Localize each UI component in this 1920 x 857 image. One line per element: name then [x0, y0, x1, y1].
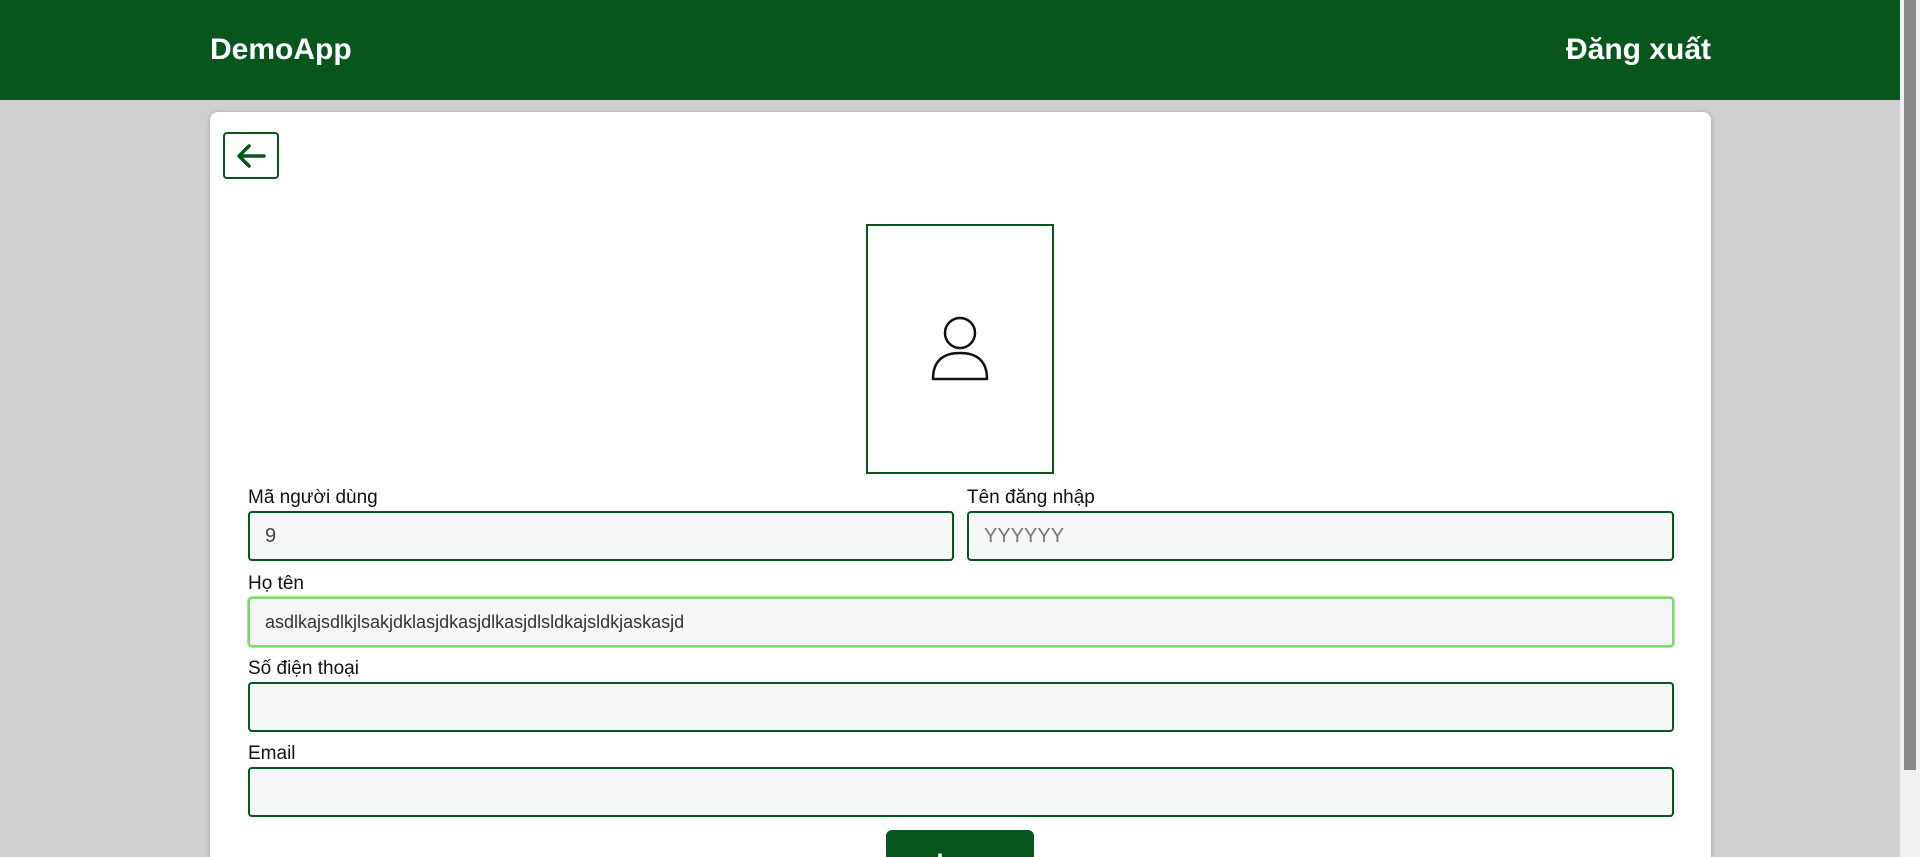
logout-link[interactable]: Đăng xuất: [1566, 33, 1711, 67]
username-input[interactable]: [967, 511, 1674, 561]
top-navbar: DemoApp Đăng xuất: [0, 0, 1900, 100]
back-button[interactable]: [223, 132, 279, 179]
phone-label: Số điện thoại: [248, 658, 359, 679]
page-scrollbar[interactable]: [1900, 0, 1920, 857]
phone-input[interactable]: [248, 682, 1674, 732]
scrollbar-thumb[interactable]: [1904, 0, 1916, 770]
full-name-input[interactable]: [248, 597, 1674, 647]
full-name-label: Họ tên: [248, 573, 304, 594]
user-id-input[interactable]: [248, 511, 954, 561]
avatar-upload[interactable]: [866, 224, 1054, 474]
username-label: Tên đăng nhập: [967, 487, 1095, 508]
user-id-label: Mã người dùng: [248, 487, 378, 508]
profile-card: Mã người dùng Tên đăng nhập Họ tên Số đi…: [210, 112, 1711, 857]
arrow-left-icon: [237, 143, 266, 168]
user-icon: [931, 316, 989, 381]
email-input[interactable]: [248, 767, 1674, 817]
save-button[interactable]: Lưu: [886, 830, 1034, 857]
email-label: Email: [248, 743, 296, 764]
app-brand[interactable]: DemoApp: [210, 33, 352, 67]
